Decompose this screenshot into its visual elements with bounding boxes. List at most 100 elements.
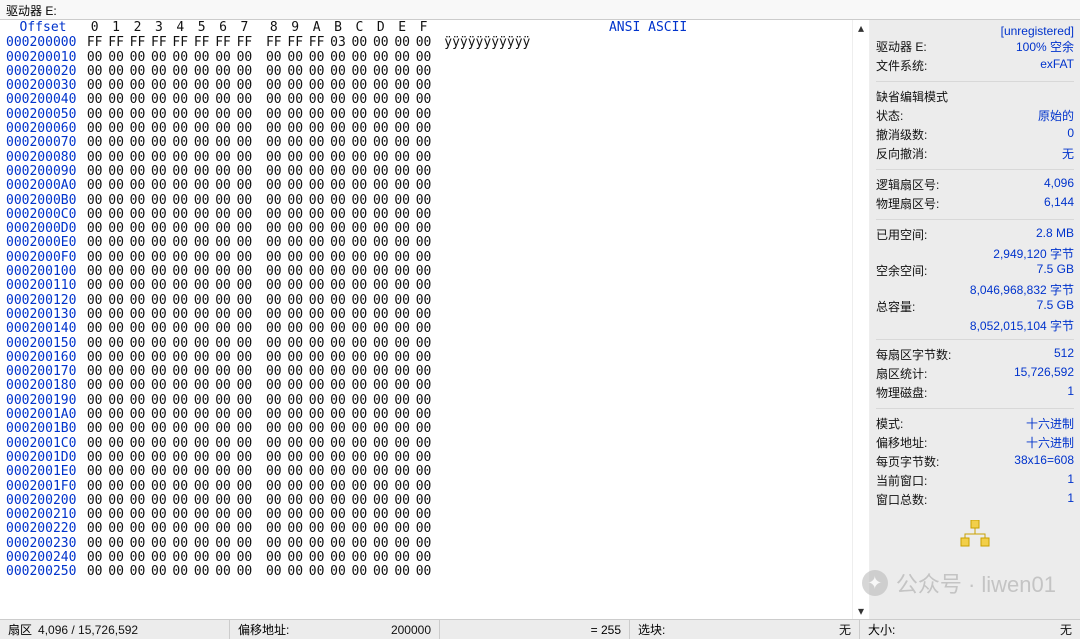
- hex-byte-cell[interactable]: 00: [148, 165, 169, 179]
- hex-byte-cell[interactable]: 00: [306, 136, 327, 150]
- hex-byte-cell[interactable]: 00: [285, 93, 306, 107]
- row-ascii[interactable]: [434, 208, 444, 222]
- scroll-down-icon[interactable]: ▾: [853, 603, 869, 619]
- hex-byte-cell[interactable]: 00: [263, 236, 284, 250]
- hex-byte-cell[interactable]: 00: [170, 351, 191, 365]
- hex-byte-cell[interactable]: 00: [306, 337, 327, 351]
- hex-byte-cell[interactable]: 00: [327, 337, 348, 351]
- hex-byte-cell[interactable]: 00: [170, 480, 191, 494]
- hex-byte-cell[interactable]: 00: [327, 494, 348, 508]
- hex-byte-cell[interactable]: 00: [285, 437, 306, 451]
- hex-byte-cell[interactable]: 00: [413, 151, 434, 165]
- hex-byte-cell[interactable]: 00: [234, 236, 255, 250]
- hex-byte-cell[interactable]: 00: [306, 480, 327, 494]
- hex-byte-cell[interactable]: 00: [391, 51, 412, 65]
- hex-row[interactable]: 0002000D00000000000000000000000000000000…: [2, 222, 852, 236]
- hex-byte-cell[interactable]: 00: [170, 422, 191, 436]
- row-offset[interactable]: 000200130: [2, 308, 84, 322]
- row-ascii[interactable]: [434, 494, 444, 508]
- row-offset[interactable]: 000200050: [2, 108, 84, 122]
- hex-byte-cell[interactable]: 00: [327, 265, 348, 279]
- hex-byte-cell[interactable]: 00: [327, 437, 348, 451]
- hex-byte-cell[interactable]: 00: [327, 565, 348, 579]
- hex-byte-cell[interactable]: 00: [349, 408, 370, 422]
- hex-byte-cell[interactable]: 00: [370, 522, 391, 536]
- hex-byte-cell[interactable]: 00: [370, 451, 391, 465]
- hex-byte-cell[interactable]: 00: [191, 122, 212, 136]
- hex-byte-cell[interactable]: 00: [212, 522, 233, 536]
- hex-byte-cell[interactable]: 00: [234, 179, 255, 193]
- hex-byte-cell[interactable]: 00: [170, 365, 191, 379]
- hex-byte-cell[interactable]: 00: [191, 465, 212, 479]
- hex-byte-cell[interactable]: 00: [105, 208, 126, 222]
- hex-byte-cell[interactable]: 00: [170, 179, 191, 193]
- hex-byte-cell[interactable]: 00: [148, 236, 169, 250]
- hex-byte-cell[interactable]: 00: [306, 179, 327, 193]
- hex-byte-cell[interactable]: 00: [306, 208, 327, 222]
- hex-byte-cell[interactable]: 00: [212, 194, 233, 208]
- hex-byte-cell[interactable]: 00: [84, 308, 105, 322]
- hex-byte-cell[interactable]: 00: [105, 265, 126, 279]
- hex-byte-cell[interactable]: 00: [105, 351, 126, 365]
- hex-byte-cell[interactable]: 00: [370, 394, 391, 408]
- hex-byte-cell[interactable]: 00: [285, 365, 306, 379]
- header-byte-5[interactable]: 5: [191, 21, 212, 35]
- hex-byte-cell[interactable]: 00: [285, 294, 306, 308]
- hex-byte-cell[interactable]: 00: [148, 294, 169, 308]
- hex-byte-cell[interactable]: 00: [234, 394, 255, 408]
- hex-byte-cell[interactable]: 00: [263, 451, 284, 465]
- hex-byte-cell[interactable]: 00: [349, 179, 370, 193]
- row-ascii[interactable]: [434, 537, 444, 551]
- hex-byte-cell[interactable]: 00: [191, 51, 212, 65]
- hex-byte-cell[interactable]: 00: [306, 365, 327, 379]
- row-ascii[interactable]: [434, 165, 444, 179]
- hex-byte-cell[interactable]: 00: [170, 551, 191, 565]
- hex-byte-cell[interactable]: 00: [148, 522, 169, 536]
- hex-row[interactable]: 0002000100000000000000000000000000000000…: [2, 51, 852, 65]
- hex-row[interactable]: 0002001D00000000000000000000000000000000…: [2, 451, 852, 465]
- hex-byte-cell[interactable]: 00: [127, 365, 148, 379]
- row-ascii[interactable]: ÿÿÿÿÿÿÿÿÿÿÿ: [434, 36, 530, 50]
- hex-byte-cell[interactable]: 00: [285, 537, 306, 551]
- hex-byte-cell[interactable]: 00: [327, 194, 348, 208]
- hex-byte-cell[interactable]: 00: [127, 422, 148, 436]
- hex-byte-cell[interactable]: 00: [212, 251, 233, 265]
- hex-row[interactable]: 0002001300000000000000000000000000000000…: [2, 308, 852, 322]
- row-ascii[interactable]: [434, 351, 444, 365]
- hex-byte-cell[interactable]: 00: [285, 279, 306, 293]
- hex-byte-cell[interactable]: 00: [105, 379, 126, 393]
- hex-byte-cell[interactable]: 00: [212, 394, 233, 408]
- hex-byte-cell[interactable]: 00: [413, 236, 434, 250]
- hex-byte-cell[interactable]: 00: [212, 93, 233, 107]
- hex-byte-cell[interactable]: 00: [105, 408, 126, 422]
- hex-byte-cell[interactable]: 00: [191, 422, 212, 436]
- hex-byte-cell[interactable]: 00: [212, 408, 233, 422]
- hex-byte-cell[interactable]: 00: [191, 165, 212, 179]
- hex-byte-cell[interactable]: 00: [212, 465, 233, 479]
- hex-byte-cell[interactable]: 00: [263, 480, 284, 494]
- row-offset[interactable]: 0002001A0: [2, 408, 84, 422]
- hex-row[interactable]: 0002002000000000000000000000000000000000…: [2, 494, 852, 508]
- hex-byte-cell[interactable]: 00: [212, 379, 233, 393]
- hex-byte-cell[interactable]: 00: [105, 108, 126, 122]
- hex-byte-cell[interactable]: 00: [306, 51, 327, 65]
- hex-byte-cell[interactable]: 00: [370, 422, 391, 436]
- hex-byte-cell[interactable]: 00: [413, 437, 434, 451]
- hex-byte-cell[interactable]: 00: [84, 408, 105, 422]
- hex-byte-cell[interactable]: 00: [212, 208, 233, 222]
- row-offset[interactable]: 000200100: [2, 265, 84, 279]
- hex-byte-cell[interactable]: 00: [263, 179, 284, 193]
- hex-byte-cell[interactable]: 00: [234, 537, 255, 551]
- hex-byte-cell[interactable]: 00: [84, 222, 105, 236]
- hex-byte-cell[interactable]: 00: [327, 422, 348, 436]
- hex-byte-cell[interactable]: 00: [285, 394, 306, 408]
- hex-byte-cell[interactable]: 00: [285, 337, 306, 351]
- hex-byte-cell[interactable]: 00: [234, 165, 255, 179]
- hex-byte-cell[interactable]: 00: [349, 36, 370, 50]
- hex-byte-cell[interactable]: 00: [105, 451, 126, 465]
- row-ascii[interactable]: [434, 465, 444, 479]
- hex-byte-cell[interactable]: 00: [327, 179, 348, 193]
- row-ascii[interactable]: [434, 322, 444, 336]
- hex-byte-cell[interactable]: 00: [263, 208, 284, 222]
- hex-byte-cell[interactable]: 00: [263, 279, 284, 293]
